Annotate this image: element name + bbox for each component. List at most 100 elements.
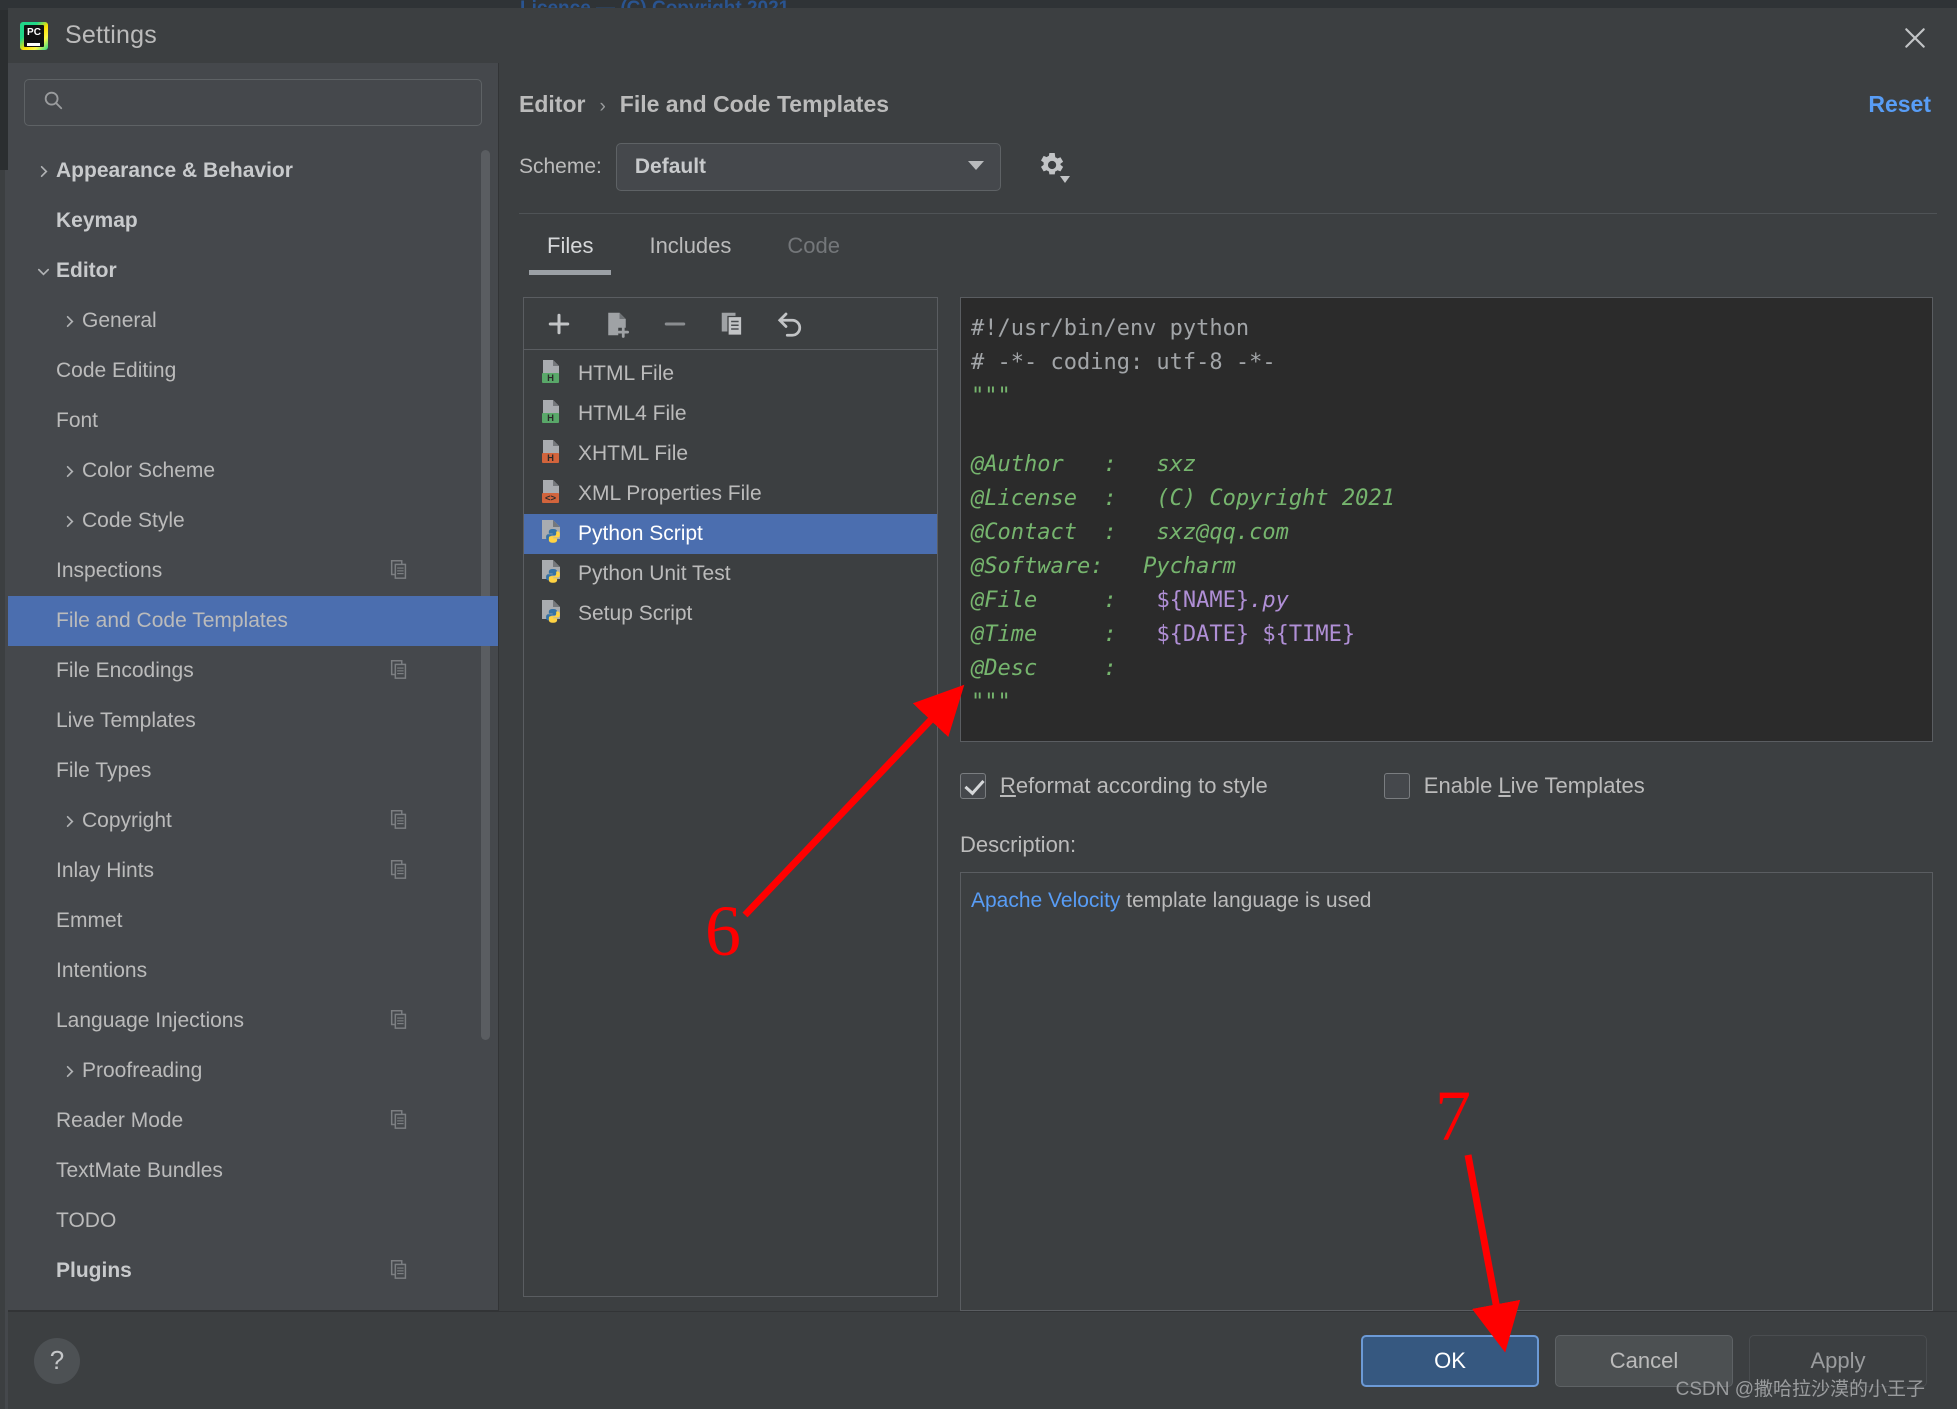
help-button[interactable]: ? — [34, 1337, 80, 1384]
sidebar-item-code-editing[interactable]: Code Editing — [8, 346, 498, 396]
sidebar-item-file-and-code-templates[interactable]: File and Code Templates — [8, 596, 498, 646]
sidebar-item-inlay-hints[interactable]: Inlay Hints — [8, 846, 498, 896]
sidebar-item-proofreading[interactable]: Proofreading — [8, 1046, 498, 1096]
close-icon[interactable] — [1895, 18, 1935, 58]
template-list-item-label: Python Unit Test — [578, 562, 731, 585]
template-list-item[interactable]: Setup Script — [524, 594, 937, 634]
sidebar-item-file-types[interactable]: File Types — [8, 746, 498, 796]
sidebar-item-copyright[interactable]: Copyright — [8, 796, 498, 846]
scheme-select[interactable]: Default — [615, 143, 1001, 191]
sidebar-item-inspections[interactable]: Inspections — [8, 546, 498, 596]
sidebar-item-label: Proofreading — [82, 1059, 203, 1082]
chevron-right-icon[interactable] — [30, 164, 56, 179]
reformat-checkbox[interactable] — [960, 773, 986, 799]
template-list-item[interactable]: H XHTML File — [524, 434, 937, 474]
code-token: @License : (C) Copyright 2021 — [971, 486, 1395, 511]
sidebar-item-emmet[interactable]: Emmet — [8, 896, 498, 946]
gear-icon[interactable] — [1035, 149, 1070, 186]
description-label: Description: — [960, 832, 1077, 857]
ok-button[interactable]: OK — [1361, 1334, 1539, 1387]
reset-link[interactable]: Reset — [1868, 91, 1931, 118]
html4-file-icon: H — [538, 398, 566, 431]
live-templates-checkbox-label[interactable]: Enable Live Templates — [1424, 773, 1645, 799]
content-panes: H HTML File H HTML4 File H XHTML File <> XML Pr… — [499, 275, 1957, 1311]
breadcrumb-item-file-and-code-templates: File and Code Templates — [619, 91, 890, 117]
template-editor-pane: #!/usr/bin/env python # -*- coding: utf-8… — [960, 297, 1933, 1311]
sidebar-item-file-encodings[interactable]: File Encodings — [8, 646, 498, 696]
template-list-item[interactable]: Python Script — [524, 514, 937, 554]
sidebar-item-editor[interactable]: Editor — [8, 246, 498, 296]
reformat-checkbox-label[interactable]: Reformat according to style — [1000, 773, 1268, 799]
sidebar-item-plugins[interactable]: Plugins — [8, 1246, 498, 1296]
code-line: @Time : ${DATE} ${TIME} — [967, 618, 1932, 652]
xhtml-file-icon: H — [538, 438, 566, 471]
chevron-down-icon[interactable] — [30, 264, 56, 279]
chevron-right-icon[interactable] — [56, 1064, 82, 1079]
sidebar-item-label: Reader Mode — [56, 1109, 184, 1132]
code-token: @File : — [971, 588, 1157, 613]
code-token: @Author : sxz — [971, 452, 1197, 477]
sidebar-item-label: Font — [56, 409, 99, 432]
sidebar-item-intentions[interactable]: Intentions — [8, 946, 498, 996]
sidebar-item-language-injections[interactable]: Language Injections — [8, 996, 498, 1046]
sidebar-item-general[interactable]: General — [8, 296, 498, 346]
sidebar-item-appearance-behavior[interactable]: Appearance & Behavior — [8, 146, 498, 196]
pycharm-logo-icon: PC — [20, 21, 48, 50]
dialog-footer: ? OK Cancel Apply CSDN @撒哈拉沙漠的小王子 — [8, 1311, 1957, 1409]
sidebar-item-color-scheme[interactable]: Color Scheme — [8, 446, 498, 496]
sidebar-item-live-templates[interactable]: Live Templates — [8, 696, 498, 746]
chevron-right-icon[interactable] — [56, 814, 82, 829]
python-file-icon — [538, 518, 566, 551]
svg-text:H: H — [547, 453, 554, 464]
code-line: @Software: Pycharm — [967, 550, 1932, 584]
sidebar-item-code-style[interactable]: Code Style — [8, 496, 498, 546]
sidebar-item-textmate-bundles[interactable]: TextMate Bundles — [8, 1146, 498, 1196]
sidebar-item-label: Inspections — [56, 559, 163, 582]
sidebar-item-label: TextMate Bundles — [56, 1159, 223, 1182]
sidebar-item-keymap[interactable]: Keymap — [8, 196, 498, 246]
sidebar-item-reader-mode[interactable]: Reader Mode — [8, 1096, 498, 1146]
code-token: @Time : — [971, 622, 1157, 647]
breadcrumb-item-editor[interactable]: Editor — [519, 91, 585, 118]
reformat-accel: R — [1000, 773, 1016, 798]
sidebar-item-label: Language Injections — [56, 1009, 244, 1032]
chevron-right-icon[interactable] — [56, 464, 82, 479]
file-plus-icon[interactable] — [600, 307, 634, 341]
live-templates-checkbox[interactable] — [1383, 773, 1410, 799]
svg-text:<>: <> — [545, 493, 557, 504]
copyable-settings-icon — [388, 808, 410, 835]
template-list-item[interactable]: <> XML Properties File — [524, 474, 937, 514]
reformat-label-rest: eformat according to style — [1015, 773, 1268, 798]
search-box[interactable] — [24, 79, 482, 126]
plus-icon[interactable] — [542, 307, 576, 341]
sidebar-item-version-control[interactable]: Version Control — [8, 1296, 498, 1311]
python-file-icon — [538, 598, 566, 631]
tab-files[interactable]: Files — [519, 219, 621, 275]
copy-icon[interactable] — [716, 307, 750, 341]
chevron-right-icon[interactable] — [56, 314, 82, 329]
search-input[interactable] — [64, 92, 481, 113]
copyable-settings-icon — [388, 658, 410, 685]
editor-options-row: Reformat according to style Enable Live … — [960, 768, 1933, 804]
tab-includes[interactable]: Includes — [621, 219, 759, 275]
code-line: @Author : sxz — [967, 448, 1932, 482]
sidebar-item-todo[interactable]: TODO — [8, 1196, 498, 1246]
template-list-item[interactable]: Python Unit Test — [524, 554, 937, 594]
template-code-editor[interactable]: #!/usr/bin/env python # -*- coding: utf-8… — [960, 297, 1933, 742]
code-line: #!/usr/bin/env python — [967, 312, 1932, 346]
dialog-body: Appearance & Behavior Keymap Editor General… — [8, 63, 1957, 1311]
apache-velocity-link[interactable]: Apache Velocity — [971, 889, 1120, 912]
template-list-item[interactable]: H HTML4 File — [524, 394, 937, 434]
undo-arrow-icon[interactable] — [774, 307, 808, 341]
code-line: @Desc : — [967, 652, 1932, 686]
sidebar-item-label: Inlay Hints — [56, 859, 155, 882]
chevron-right-icon[interactable] — [56, 514, 82, 529]
template-list-item[interactable]: H HTML File — [524, 354, 937, 394]
settings-sidebar: Appearance & Behavior Keymap Editor General… — [8, 63, 498, 1311]
live-templates-accel: L — [1498, 773, 1511, 798]
minus-icon[interactable] — [658, 307, 692, 341]
copyable-settings-icon — [388, 858, 410, 885]
sidebar-item-font[interactable]: Font — [8, 396, 498, 446]
